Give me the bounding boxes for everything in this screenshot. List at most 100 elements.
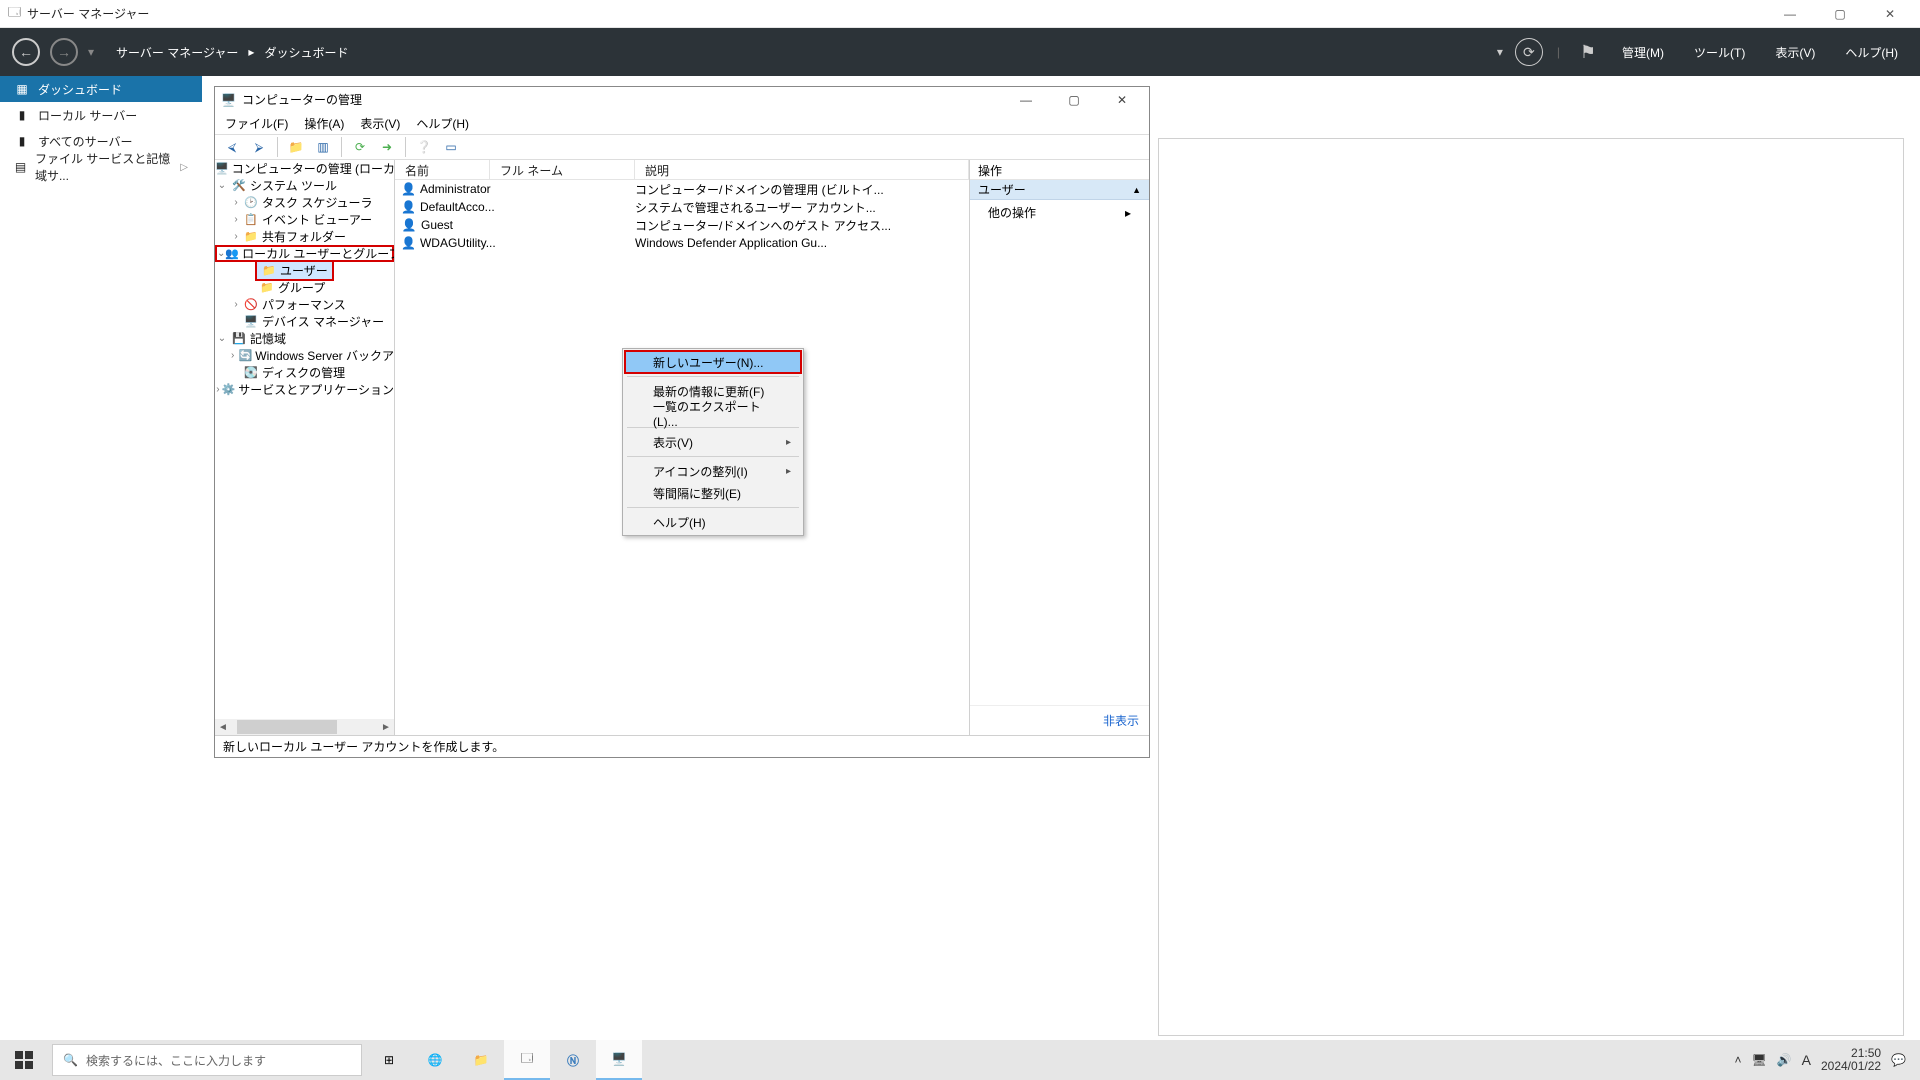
ctx-arrange-icons[interactable]: アイコンの整列(I)▸ [625,460,801,482]
maximize-button[interactable]: ▢ [1818,0,1862,28]
tree-performance[interactable]: ›🚫パフォーマンス [215,296,394,313]
window-title: サーバー マネージャー [27,5,149,22]
refresh-icon[interactable]: ⟳ [1515,38,1543,66]
tree-storage[interactable]: ⌄💾記憶域 [215,330,394,347]
tree-disk-mgmt[interactable]: 💽ディスクの管理 [215,364,394,381]
mmc-close-button[interactable]: ✕ [1101,87,1143,112]
tree-services-apps[interactable]: ›⚙️サービスとアプリケーション [215,381,394,398]
ctx-export-list[interactable]: 一覧のエクスポート(L)... [625,402,801,424]
tree-task-scheduler[interactable]: ›🕑タスク スケジューラ [215,194,394,211]
server-manager-titlebar: 🗔 サーバー マネージャー — ▢ ✕ [0,0,1920,28]
search-placeholder: 検索するには、ここに入力します [86,1052,266,1069]
tree-shared-folders[interactable]: ›📁共有フォルダー [215,228,394,245]
ctx-new-user[interactable]: 新しいユーザー(N)... [625,351,801,373]
nav-back-button[interactable]: ← [12,38,40,66]
menu-tools[interactable]: ツール(T) [1684,38,1755,67]
ctx-view[interactable]: 表示(V)▸ [625,431,801,453]
tray-notification-icon[interactable]: 💬 [1891,1053,1906,1067]
nav-dropdown-icon[interactable]: ▾ [88,45,94,59]
nav-forward-icon[interactable]: ⮚ [248,136,270,158]
status-text: 新しいローカル ユーザー アカウントを作成します。 [223,738,504,755]
collapse-icon: ▲ [1132,185,1141,195]
mmc-maximize-button[interactable]: ▢ [1053,87,1095,112]
local-server-icon: ▮ [14,108,30,122]
context-menu: 新しいユーザー(N)... 最新の情報に更新(F) 一覧のエクスポート(L)..… [622,348,804,536]
refresh-icon[interactable]: ⟳ [349,136,371,158]
tree-root[interactable]: 🖥️コンピューターの管理 (ローカル) [215,160,394,177]
up-folder-icon[interactable]: 📁 [285,136,307,158]
properties-icon[interactable]: ▥ [312,136,334,158]
tray-clock[interactable]: 21:50 2024/01/22 [1821,1047,1881,1073]
menu-view-sm[interactable]: 表示(V) [1765,38,1825,67]
menu-help-sm[interactable]: ヘルプ(H) [1835,38,1908,67]
taskbar-search[interactable]: 🔍 検索するには、ここに入力します [52,1044,362,1076]
tree-event-viewer[interactable]: ›📋イベント ビューアー [215,211,394,228]
search-icon: 🔍 [63,1053,78,1067]
col-fullname[interactable]: フル ネーム [490,160,635,179]
dashboard-blank-panel [1158,138,1904,1036]
tree-scrollbar[interactable]: ◄► [215,719,394,735]
all-servers-icon: ▮ [14,134,30,148]
close-button[interactable]: ✕ [1868,0,1912,28]
dashboard-icon: ▦ [14,82,30,96]
list-row[interactable]: 👤WDAGUtility...Windows Defender Applicat… [395,234,969,252]
col-description[interactable]: 説明 [635,160,969,179]
list-row[interactable]: 👤Administratorコンピューター/ドメインの管理用 (ビルトイ... [395,180,969,198]
nav-back-icon[interactable]: ⮘ [221,136,243,158]
server-manager-sidebar: ▦ ダッシュボード ▮ ローカル サーバー ▮ すべてのサーバー ▤ ファイル … [0,76,202,1044]
actions-hide-link[interactable]: 非表示 [970,705,1149,735]
sidebar-item-file-services[interactable]: ▤ ファイル サービスと記憶域サ... ▷ [0,154,202,180]
mmc-minimize-button[interactable]: — [1005,87,1047,112]
actions-other-label: 他の操作 [988,204,1036,221]
help-icon[interactable]: ❔ [413,136,435,158]
taskbar-app-edge[interactable]: 🌐 [412,1040,458,1080]
taskbar-app-server-manager[interactable]: 🗔 [504,1040,550,1080]
sidebar-label: ダッシュボード [38,81,122,98]
ctx-line-up[interactable]: 等間隔に整列(E) [625,482,801,504]
tree-device-manager[interactable]: 🖥️デバイス マネージャー [215,313,394,330]
list-row[interactable]: 👤DefaultAcco...システムで管理されるユーザー アカウント... [395,198,969,216]
actions-section-user[interactable]: ユーザー ▲ [970,180,1149,200]
menu-view[interactable]: 表示(V) [360,115,400,132]
header-chevron-icon[interactable]: ▾ [1497,45,1503,59]
mmc-menubar: ファイル(F) 操作(A) 表示(V) ヘルプ(H) [215,112,1149,134]
submenu-arrow-icon: ▸ [1125,206,1131,220]
menu-action[interactable]: 操作(A) [304,115,344,132]
export-icon[interactable]: ➜ [376,136,398,158]
tray-ime-indicator[interactable]: A [1802,1052,1811,1068]
taskbar-app-explorer[interactable]: 📁 [458,1040,504,1080]
menu-help[interactable]: ヘルプ(H) [416,115,469,132]
nav-forward-button[interactable]: → [50,38,78,66]
chevron-right-icon: ▷ [180,162,188,173]
start-button[interactable] [0,1040,48,1080]
ctx-help[interactable]: ヘルプ(H) [625,511,801,533]
list-header: 名前 フル ネーム 説明 [395,160,969,180]
task-view-button[interactable]: ⊞ [366,1040,412,1080]
tray-chevron-icon[interactable]: ˄ [1734,1053,1741,1067]
user-icon: 👤 [401,217,417,233]
col-name[interactable]: 名前 [395,160,490,179]
actions-item-other[interactable]: 他の操作 ▸ [970,200,1149,225]
tree-users[interactable]: 📁ユーザー [215,262,394,279]
server-manager-header: ← → ▾ サーバー マネージャー ▸ ダッシュボード ▾ ⟳ | ⚑ 管理(M… [0,28,1920,76]
flag-icon[interactable]: ⚑ [1574,38,1602,66]
tree-groups[interactable]: 📁グループ [215,279,394,296]
minimize-button[interactable]: — [1768,0,1812,28]
mmc-statusbar: 新しいローカル ユーザー アカウントを作成します。 [215,735,1149,757]
tray-date: 2024/01/22 [1821,1060,1881,1073]
tree-system-tools[interactable]: ⌄🛠️システム ツール [215,177,394,194]
mmc-tree: 🖥️コンピューターの管理 (ローカル) ⌄🛠️システム ツール ›🕑タスク スケ… [215,160,395,735]
menu-file[interactable]: ファイル(F) [225,115,288,132]
menu-manage[interactable]: 管理(M) [1612,38,1674,67]
sidebar-item-dashboard[interactable]: ▦ ダッシュボード [0,76,202,102]
tree-ws-backup[interactable]: ›🔄Windows Server バックア [215,347,394,364]
taskbar-app-mmc[interactable]: 🖥️ [596,1040,642,1080]
breadcrumb-root[interactable]: サーバー マネージャー [116,44,238,61]
user-icon: 👤 [401,199,416,215]
list-row[interactable]: 👤Guestコンピューター/ドメインへのゲスト アクセス... [395,216,969,234]
sidebar-item-local-server[interactable]: ▮ ローカル サーバー [0,102,202,128]
tray-display-icon[interactable]: 🖥 [1751,1053,1766,1067]
action-pane-icon[interactable]: ▭ [440,136,462,158]
taskbar-app-n[interactable]: Ⓝ [550,1040,596,1080]
tray-speaker-icon[interactable]: 🔊 [1777,1053,1792,1067]
